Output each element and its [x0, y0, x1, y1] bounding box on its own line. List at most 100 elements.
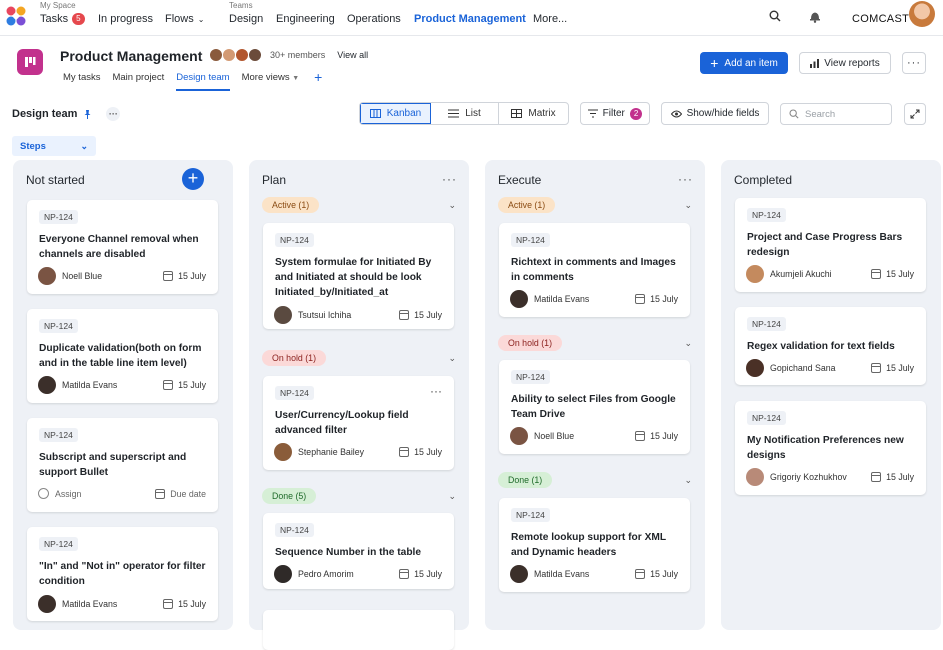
user-avatar[interactable] [909, 1, 935, 27]
task-assignee[interactable]: Matilda Evans [38, 595, 117, 613]
caret-down-icon: ▼ [292, 75, 300, 82]
task-card[interactable]: NP-124 Remote lookup support for XML and… [499, 498, 690, 592]
card-more-icon[interactable]: ··· [430, 384, 442, 398]
expand-icon[interactable] [904, 103, 926, 125]
task-card[interactable] [263, 610, 454, 650]
tab-my-tasks[interactable]: My tasks [63, 71, 100, 91]
task-due-date[interactable]: 15 July [399, 310, 442, 320]
nav-flows-label: Flows [165, 13, 194, 25]
task-assignee[interactable]: Matilda Evans [510, 290, 589, 308]
task-card[interactable]: NP-124 Regex validation for text fields … [735, 307, 926, 385]
task-due-date[interactable]: 15 July [635, 431, 678, 441]
task-assignee[interactable]: Pedro Amorim [274, 565, 354, 583]
add-card-button[interactable]: + [182, 168, 204, 190]
due-date-text: 15 July [414, 310, 442, 320]
column-more-icon[interactable]: ··· [678, 172, 693, 186]
task-card[interactable]: NP-124 Everyone Channel removal when cha… [27, 200, 218, 294]
nav-team-engineering[interactable]: Engineering [276, 13, 335, 25]
show-hide-fields-button[interactable]: Show/hide fields [661, 102, 769, 125]
column-title: Completed [734, 173, 793, 187]
matrix-icon [511, 109, 523, 118]
members-count: 30+ members [270, 50, 326, 60]
due-date-text: 15 July [414, 447, 442, 457]
task-assignee[interactable]: Stephanie Bailey [274, 443, 364, 461]
view-matrix-button[interactable]: Matrix [499, 103, 568, 124]
task-card[interactable]: NP-124 Duplicate validation(both on form… [27, 309, 218, 403]
task-assignee[interactable]: Akumjeli Akuchi [746, 265, 832, 283]
nav-team-operations[interactable]: Operations [347, 13, 401, 25]
assignee-name: Tsutsui Ichiha [298, 310, 352, 320]
calendar-icon [871, 363, 882, 373]
member-avatar [235, 48, 249, 62]
chevron-down-icon[interactable]: ⌄ [448, 491, 456, 502]
view-all-members-link[interactable]: View all [337, 50, 368, 60]
task-due-date[interactable]: 15 July [635, 569, 678, 579]
task-card[interactable]: NP-124 Sequence Number in the table Pedr… [263, 513, 454, 589]
task-due-date[interactable]: 15 July [163, 380, 206, 390]
task-card[interactable]: NP-124 ··· User/Currency/Lookup field ad… [263, 376, 454, 470]
kanban-icon [369, 109, 381, 118]
task-assignee[interactable]: Noell Blue [510, 427, 574, 445]
task-assignee[interactable]: Grigoriy Kozhukhov [746, 468, 847, 486]
app-logo-icon[interactable] [5, 5, 27, 27]
nav-team-design[interactable]: Design [229, 13, 263, 25]
task-due-date[interactable]: 15 July [163, 599, 206, 609]
nav-team-product-management[interactable]: Product Management [414, 13, 526, 25]
assign-label: Assign [55, 488, 82, 499]
due-date-button[interactable]: Due date [155, 489, 206, 499]
nav-in-progress[interactable]: In progress [98, 13, 153, 25]
view-reports-button[interactable]: View reports [799, 52, 891, 74]
team-more-icon[interactable]: ··· [106, 107, 121, 121]
task-due-date[interactable]: 15 July [871, 269, 914, 279]
view-switcher: Kanban List Matrix [359, 102, 569, 125]
search-icon[interactable] [765, 6, 785, 26]
tab-main-project[interactable]: Main project [112, 71, 164, 91]
chevron-down-icon[interactable]: ⌄ [684, 475, 692, 486]
assign-button[interactable]: Assign [38, 488, 81, 499]
task-due-date[interactable]: 15 July [399, 569, 442, 579]
task-due-date[interactable]: 15 July [871, 363, 914, 373]
task-due-date[interactable]: 15 July [399, 447, 442, 457]
chevron-down-icon[interactable]: ⌄ [448, 353, 456, 364]
pin-icon[interactable] [83, 109, 92, 119]
search-icon [789, 109, 799, 119]
task-due-date[interactable]: 15 July [163, 271, 206, 281]
more-options-icon[interactable]: ··· [902, 52, 926, 74]
add-view-icon[interactable]: + [311, 70, 325, 85]
chevron-down-icon[interactable]: ⌄ [684, 200, 692, 211]
task-assignee[interactable]: Gopichand Sana [746, 359, 836, 377]
nav-tasks[interactable]: Tasks 5 [40, 13, 85, 25]
bell-icon[interactable] [805, 6, 825, 26]
task-card[interactable]: NP-124 System formulae for Initiated By … [263, 223, 454, 329]
task-card[interactable]: NP-124 Subscript and superscript and sup… [27, 418, 218, 512]
view-list-button[interactable]: List [431, 103, 499, 124]
assignee-avatar [38, 267, 56, 285]
task-due-date[interactable]: 15 July [871, 472, 914, 482]
task-card[interactable]: NP-124 Project and Case Progress Bars re… [735, 198, 926, 292]
task-card[interactable]: NP-124 Richtext in comments and Images i… [499, 223, 690, 317]
task-assignee[interactable]: Noell Blue [38, 267, 102, 285]
filter-button[interactable]: Filter 2 [580, 102, 650, 125]
nav-team-more[interactable]: More... [533, 13, 567, 25]
group-by-steps-dropdown[interactable]: Steps ⌄ [12, 136, 96, 156]
task-card[interactable]: NP-124 "In" and "Not in" operator for fi… [27, 527, 218, 621]
task-id: NP-124 [39, 319, 78, 333]
nav-flows[interactable]: Flows ⌄ [165, 13, 204, 25]
filter-label: Filter [602, 108, 625, 119]
add-item-button[interactable]: + Add an item [700, 52, 788, 74]
task-assignee[interactable]: Matilda Evans [38, 376, 117, 394]
due-date-text: 15 July [886, 269, 914, 279]
task-assignee[interactable]: Matilda Evans [510, 565, 589, 583]
column-more-icon[interactable]: ··· [442, 172, 457, 186]
view-kanban-button[interactable]: Kanban [360, 103, 431, 124]
calendar-icon [399, 447, 410, 457]
task-card[interactable]: NP-124 Ability to select Files from Goog… [499, 360, 690, 454]
tab-more-views[interactable]: More views ▼ [242, 71, 300, 91]
task-due-date[interactable]: 15 July [635, 294, 678, 304]
search-input[interactable]: Search [780, 103, 892, 125]
tab-design-team[interactable]: Design team [176, 71, 230, 91]
chevron-down-icon[interactable]: ⌄ [448, 200, 456, 211]
task-card[interactable]: NP-124 My Notification Preferences new d… [735, 401, 926, 495]
task-assignee[interactable]: Tsutsui Ichiha [274, 306, 351, 324]
chevron-down-icon[interactable]: ⌄ [684, 338, 692, 349]
